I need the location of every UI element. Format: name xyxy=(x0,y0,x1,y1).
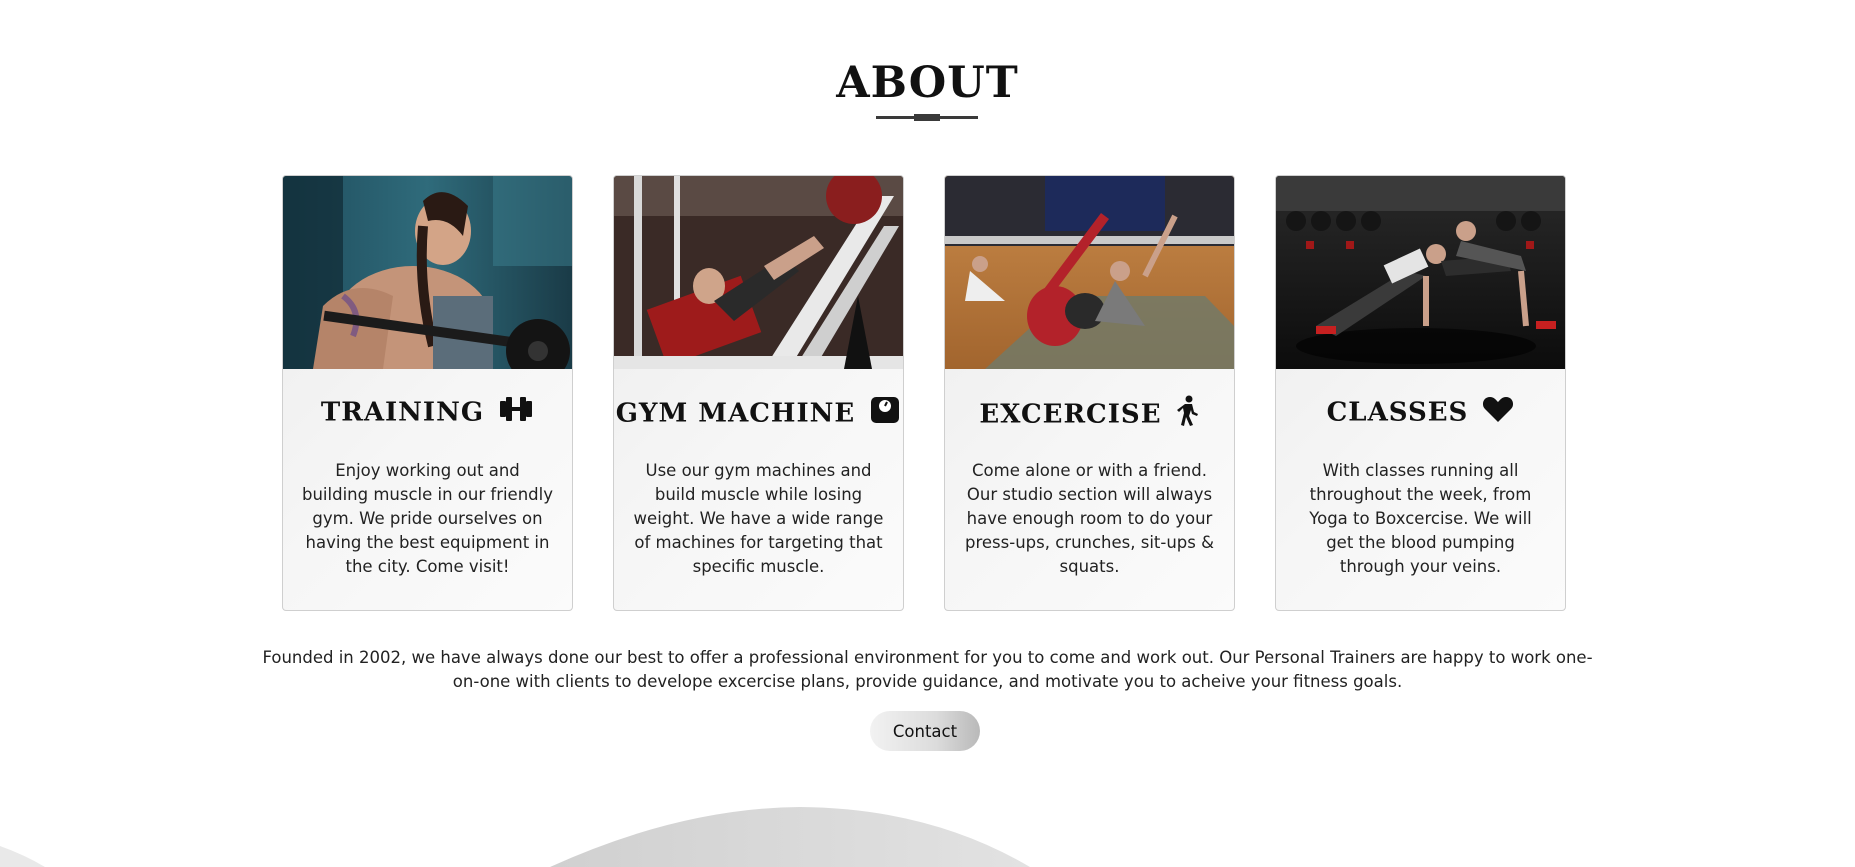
person-walking-icon xyxy=(1176,395,1200,436)
card-description: Use our gym machines and build muscle wh… xyxy=(633,461,884,576)
woman-training-photo xyxy=(283,176,572,369)
about-section: ABOUT TRAINING Enjoy working out and bui… xyxy=(0,0,1855,867)
card-description: With classes running all throughout the … xyxy=(1309,461,1532,576)
decorative-wave xyxy=(0,807,1030,867)
card-description: Enjoy working out and building muscle in… xyxy=(302,461,553,576)
card-description: Come alone or with a friend. Our studio … xyxy=(965,461,1214,576)
feature-cards: TRAINING Enjoy working out and building … xyxy=(282,175,1572,611)
card-title: GYM MACHINE xyxy=(615,398,856,429)
founded-paragraph: Founded in 2002, we have always done our… xyxy=(262,648,1593,691)
contact-button[interactable]: Contact xyxy=(870,711,980,751)
pushup-class-photo xyxy=(1276,176,1565,369)
card-title: EXCERCISE xyxy=(979,399,1162,430)
section-title: ABOUT xyxy=(836,58,1019,108)
card-excercise: EXCERCISE Come alone or with a friend. O… xyxy=(944,175,1235,611)
title-divider xyxy=(876,114,978,121)
card-title: TRAINING xyxy=(320,397,485,428)
card-classes: CLASSES With classes running all through… xyxy=(1275,175,1566,611)
card-training: TRAINING Enjoy working out and building … xyxy=(282,175,573,611)
card-gym-machine: GYM MACHINE Use our gym machines and bui… xyxy=(613,175,904,611)
heart-icon xyxy=(1482,395,1514,432)
card-title: CLASSES xyxy=(1326,397,1469,428)
dumbbell-icon xyxy=(498,395,534,432)
group-stretching-photo xyxy=(945,176,1234,369)
leg-press-machine-photo xyxy=(614,176,903,369)
weight-scale-icon xyxy=(869,395,901,434)
